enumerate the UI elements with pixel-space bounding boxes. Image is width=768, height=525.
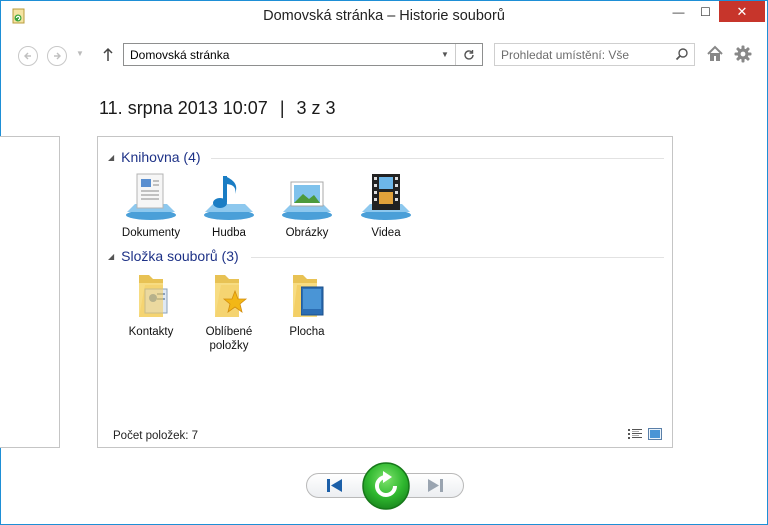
snapshot-date: 11. srpna 2013 10:07 xyxy=(99,98,268,118)
arrow-left-icon xyxy=(24,52,31,60)
item-label: Dokumenty xyxy=(121,227,181,239)
item-music[interactable]: Hudba xyxy=(190,172,268,240)
chevron-down-icon[interactable]: ▼ xyxy=(436,44,454,65)
group-header-libraries[interactable]: ◢ Knihovna (4) xyxy=(108,149,201,165)
item-contacts[interactable]: Kontakty xyxy=(112,271,190,339)
previous-version-icon[interactable] xyxy=(324,476,346,495)
videos-library-icon xyxy=(361,174,411,220)
item-label: Hudba xyxy=(212,227,246,239)
forward-button[interactable] xyxy=(47,46,67,66)
minimize-button[interactable]: — xyxy=(665,1,692,22)
details-view-icon[interactable] xyxy=(628,428,642,440)
large-icons-view-icon[interactable] xyxy=(648,428,662,440)
address-bar[interactable]: Domovská stránka ▼ xyxy=(123,43,483,66)
pictures-library-icon xyxy=(282,181,332,220)
group-heading: Knihovna (4) xyxy=(121,149,201,165)
item-desktop[interactable]: Plocha xyxy=(268,271,346,339)
item-favorites[interactable]: Oblíbené položky xyxy=(190,271,268,353)
playback-controls xyxy=(306,461,464,511)
address-text: Domovská stránka xyxy=(130,48,230,62)
desktop-folder-icon xyxy=(293,275,324,317)
contacts-folder-icon xyxy=(139,275,168,317)
snapshot-separator: | xyxy=(279,98,285,118)
snapshot-heading: 11. srpna 2013 10:07 | 3 z 3 xyxy=(99,98,336,119)
search-icon[interactable] xyxy=(675,47,689,61)
refresh-button[interactable] xyxy=(455,44,482,65)
next-version-icon[interactable] xyxy=(424,476,446,495)
collapse-triangle-icon[interactable]: ◢ xyxy=(108,153,114,162)
item-videos[interactable]: Videa xyxy=(347,172,425,240)
documents-library-icon xyxy=(126,173,176,220)
search-placeholder: Prohledat umístění: Vše xyxy=(501,48,630,62)
item-label: Oblíbené položky xyxy=(205,326,253,352)
item-pictures[interactable]: Obrázky xyxy=(268,172,346,240)
snapshot-position: 3 z 3 xyxy=(296,98,336,118)
navigation-bar: ▼ Domovská stránka ▼ Prohledat umístění:… xyxy=(1,37,767,71)
group-divider xyxy=(211,158,664,159)
home-icon[interactable] xyxy=(706,45,724,63)
group-header-file-folders[interactable]: ◢ Složka souborů (3) xyxy=(108,248,239,264)
item-label: Obrázky xyxy=(285,227,329,239)
search-box[interactable]: Prohledat umístění: Vše xyxy=(494,43,695,66)
window-title: Domovská stránka – Historie souborů xyxy=(263,8,505,24)
item-label: Plocha xyxy=(289,326,325,338)
restore-button[interactable] xyxy=(361,461,411,511)
item-count: Počet položek: 7 xyxy=(113,430,199,442)
favorites-folder-icon xyxy=(215,275,248,317)
item-label: Kontakty xyxy=(128,326,174,338)
arrow-right-icon xyxy=(54,52,61,60)
back-button[interactable] xyxy=(18,46,38,66)
item-documents[interactable]: Dokumenty xyxy=(112,172,190,240)
previous-snapshot-frame[interactable] xyxy=(0,136,60,448)
group-divider xyxy=(251,257,664,258)
close-button[interactable]: ✕ xyxy=(719,1,765,22)
maximize-button[interactable]: ☐ xyxy=(692,1,719,22)
refresh-icon xyxy=(464,49,474,60)
music-library-icon xyxy=(204,176,254,220)
file-history-window: Domovská stránka – Historie souborů — ☐ … xyxy=(0,0,768,525)
snapshot-content-panel: ◢ Knihovna (4) Dokumenty Hudba Obrázky V… xyxy=(97,136,673,448)
recent-locations-dropdown[interactable]: ▼ xyxy=(76,49,84,58)
item-label: Videa xyxy=(371,227,401,239)
gear-icon[interactable] xyxy=(734,45,752,63)
up-arrow-icon[interactable] xyxy=(102,47,114,63)
title-bar: Domovská stránka – Historie souborů — ☐ … xyxy=(1,1,767,32)
collapse-triangle-icon[interactable]: ◢ xyxy=(108,252,114,261)
group-heading: Složka souborů (3) xyxy=(121,248,239,264)
